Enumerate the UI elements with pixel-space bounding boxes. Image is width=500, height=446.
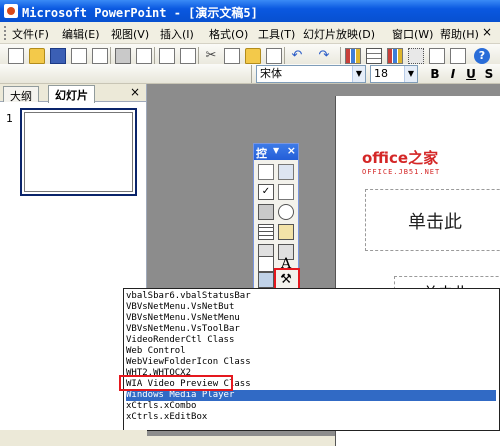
slide-number: 1 — [6, 112, 13, 125]
checkbox-control-icon[interactable]: ✓ — [258, 184, 274, 200]
watermark-url: OFFICE.JB51.NET — [362, 168, 441, 176]
undo-icon[interactable]: ↶ — [289, 48, 305, 64]
list-item[interactable]: WebViewFolderIcon Class — [126, 357, 251, 368]
menu-window[interactable]: 窗口(W) — [392, 26, 433, 42]
chevron-down-icon[interactable]: ▼ — [352, 66, 365, 82]
toolbar-separator — [154, 47, 155, 65]
menu-grip-handle[interactable] — [4, 26, 7, 40]
help-icon[interactable]: ? — [474, 48, 490, 64]
format-painter-icon[interactable] — [266, 48, 282, 64]
permission-icon[interactable] — [71, 48, 87, 64]
toolbar-grip[interactable] — [251, 65, 252, 83]
close-document-button[interactable]: × — [480, 25, 494, 39]
powerpoint-app-icon[interactable] — [4, 4, 18, 18]
show-grid-icon[interactable] — [408, 48, 424, 64]
watermark-title: office之家 — [362, 149, 439, 167]
slide-thumbnail[interactable] — [20, 108, 137, 196]
tables-borders-icon[interactable] — [387, 48, 403, 64]
title-placeholder-text: 单击此 — [408, 212, 462, 233]
command-button-icon[interactable] — [258, 204, 274, 220]
list-item[interactable]: Web Control — [126, 346, 186, 357]
toolbar-separator — [110, 47, 111, 65]
cut-icon[interactable]: ✂ — [203, 48, 219, 64]
menu-file[interactable]: 文件(F) — [12, 26, 49, 42]
print-preview-icon[interactable] — [136, 48, 152, 64]
spelling-icon[interactable] — [159, 48, 175, 64]
status-bar — [0, 430, 147, 436]
scrollbar-control-icon[interactable] — [258, 256, 274, 272]
list-item[interactable]: xCtrls.xEditBox — [126, 412, 207, 423]
design-mode-icon[interactable] — [258, 164, 274, 180]
list-item[interactable]: vbalSbar6.vbalStatusBar — [126, 291, 251, 302]
menu-bar: 文件(F) 编辑(E) 视图(V) 插入(I) 格式(O) 工具(T) 幻灯片放… — [0, 22, 500, 44]
research-icon[interactable] — [180, 48, 196, 64]
watermark-logo: office之家 OFFICE.JB51.NET — [362, 147, 440, 176]
combobox-control-icon[interactable] — [278, 224, 294, 240]
paste-icon[interactable] — [245, 48, 261, 64]
list-item[interactable]: VideoRenderCtl Class — [126, 335, 234, 346]
menu-format[interactable]: 格式(O) — [209, 26, 248, 42]
toolbox-title-bar[interactable]: 控 ▼ × — [254, 144, 298, 160]
menu-edit[interactable]: 编辑(E) — [62, 26, 100, 42]
close-pane-icon[interactable]: × — [130, 85, 140, 99]
chevron-down-icon[interactable]: ▼ — [404, 66, 417, 82]
list-item[interactable]: VBVsNetMenu.VsToolBar — [126, 324, 240, 335]
list-item[interactable]: VBVsNetMenu.VsNetMenu — [126, 313, 240, 324]
control-toolbox: 控 ▼ × ✓ A ⚒ — [253, 143, 300, 293]
color-grayscale-icon[interactable] — [429, 48, 445, 64]
font-name-value: 宋体 — [260, 67, 282, 80]
toolbar-separator — [340, 47, 341, 65]
save-icon[interactable] — [50, 48, 66, 64]
bold-button[interactable]: B — [427, 66, 443, 82]
menu-slideshow[interactable]: 幻灯片放映(D) — [303, 26, 375, 42]
menu-insert[interactable]: 插入(I) — [160, 26, 194, 42]
toolbox-options-icon[interactable]: ▼ — [273, 146, 279, 155]
expand-all-icon[interactable] — [450, 48, 466, 64]
open-folder-icon[interactable] — [29, 48, 45, 64]
more-controls-list[interactable]: vbalSbar6.vbalStatusBar VBVsNetMenu.VsNet… — [123, 288, 500, 431]
new-document-icon[interactable] — [8, 48, 24, 64]
pane-tabs: 大纲 幻灯片 × — [0, 84, 146, 103]
toolbox-title: 控 — [256, 147, 267, 160]
menu-view[interactable]: 视图(V) — [111, 26, 149, 42]
image-control-icon[interactable] — [258, 272, 274, 288]
font-name-select[interactable]: 宋体 ▼ — [256, 65, 366, 83]
email-icon[interactable] — [92, 48, 108, 64]
menu-tools[interactable]: 工具(T) — [258, 26, 295, 42]
formatting-toolbar: 宋体 ▼ 18 ▼ B I U S — [0, 64, 500, 84]
redo-icon[interactable]: ↷ — [316, 48, 332, 64]
toolbox-close-icon[interactable]: × — [287, 144, 296, 157]
menu-help[interactable]: 帮助(H) — [440, 26, 479, 42]
shadow-button[interactable]: S — [481, 66, 497, 82]
selected-item-highlight — [119, 375, 233, 391]
title-bar: Microsoft PowerPoint - [演示文稿5] — [0, 0, 500, 22]
toolbar-separator — [198, 47, 199, 65]
listbox-control-icon[interactable] — [258, 224, 274, 240]
font-size-value: 18 — [374, 67, 388, 80]
insert-chart-icon[interactable] — [345, 48, 361, 64]
properties-icon[interactable] — [278, 164, 294, 180]
option-button-icon[interactable] — [278, 204, 294, 220]
window-title: Microsoft PowerPoint - [演示文稿5] — [22, 6, 258, 20]
print-icon[interactable] — [115, 48, 131, 64]
list-item[interactable]: Windows Media Player — [126, 390, 496, 401]
title-placeholder[interactable]: 单击此 — [365, 189, 500, 251]
copy-icon[interactable] — [224, 48, 240, 64]
toolbar-separator — [284, 47, 285, 65]
font-size-select[interactable]: 18 ▼ — [370, 65, 418, 83]
list-item[interactable]: VBVsNetMenu.VsNetBut — [126, 302, 234, 313]
list-item[interactable]: xCtrls.xCombo — [126, 401, 196, 412]
tab-slides[interactable]: 幻灯片 — [48, 85, 95, 103]
underline-button[interactable]: U — [463, 66, 479, 82]
textbox-control-icon[interactable] — [278, 184, 294, 200]
italic-button[interactable]: I — [445, 66, 461, 82]
tab-outline[interactable]: 大纲 — [3, 86, 39, 103]
insert-table-icon[interactable] — [366, 48, 382, 64]
